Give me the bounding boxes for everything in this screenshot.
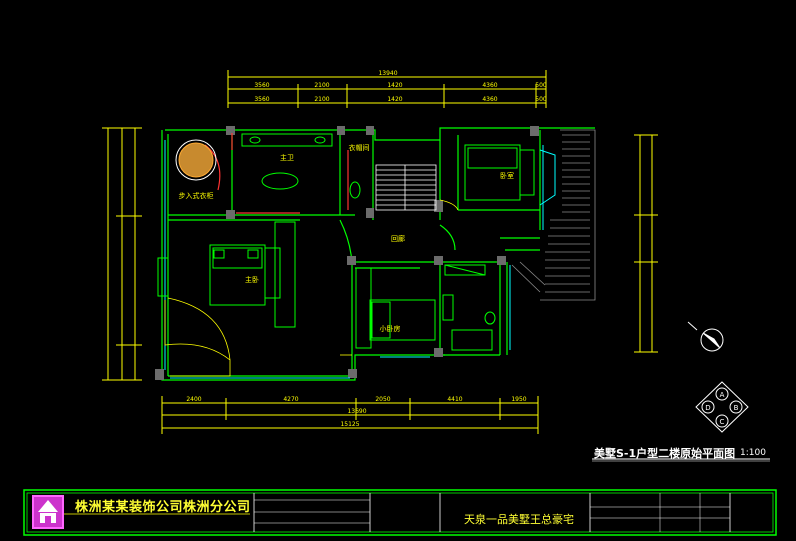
dim-top-3: 1420	[387, 82, 402, 89]
compass-label-a: A	[720, 391, 725, 399]
dim-bottom-2: 4270	[283, 396, 298, 403]
dim-top-2: 2100	[314, 82, 329, 89]
compass-label-c: C	[720, 418, 725, 426]
dim-top-5: 500	[535, 82, 547, 89]
dim-bottom-1: 2400	[186, 396, 201, 403]
room-label-wardrobe: 步入式衣柜	[179, 191, 214, 200]
compass-label-d: D	[705, 404, 710, 412]
interior-staircase	[375, 164, 437, 211]
project-name: 天泉一品美墅王总豪宅	[464, 513, 574, 526]
room-label-cloakroom: 衣帽间	[349, 143, 370, 152]
company-name: 株洲某某装饰公司株洲分公司	[75, 500, 251, 515]
dim-top-1: 3560	[254, 82, 269, 89]
north-arrow-icon	[687, 321, 724, 352]
dim-top-4b: 4360	[482, 96, 497, 103]
room-label-small-bedroom: 小卧房	[380, 324, 401, 333]
dim-top-total: 13940	[378, 70, 397, 77]
dim-bottom-total: 15125	[340, 421, 359, 428]
bottom-dimension-chain	[161, 396, 539, 434]
dim-bottom-5: 1950	[511, 396, 526, 403]
room-label-corridor: 回廊	[391, 234, 405, 243]
dim-top-5b: 500	[535, 96, 547, 103]
right-dimension-chain	[634, 134, 658, 353]
dim-bottom-sub: 13690	[347, 408, 366, 415]
dim-top-1b: 3560	[254, 96, 269, 103]
room-label-bedroom: 卧室	[500, 171, 514, 180]
walls	[161, 127, 595, 381]
dim-bottom-3: 2050	[375, 396, 390, 403]
compass-label-b: B	[734, 404, 739, 412]
room-label-master-bath: 主卫	[280, 153, 294, 162]
dim-top-2b: 2100	[314, 96, 329, 103]
dim-top-3b: 1420	[387, 96, 402, 103]
dim-bottom-4: 4410	[447, 396, 462, 403]
windows	[164, 140, 556, 379]
exterior-stairs	[511, 129, 596, 301]
room-label-master-bedroom: 主卧	[245, 275, 259, 284]
furniture	[157, 133, 535, 351]
drawing-scale: 1:100	[740, 448, 766, 458]
left-dimension-chain	[102, 127, 142, 381]
dim-top-4: 4360	[482, 82, 497, 89]
doors	[164, 199, 459, 377]
drawing-title: 美墅S-1户型二楼原始平面图	[594, 447, 736, 460]
company-logo	[32, 495, 64, 529]
